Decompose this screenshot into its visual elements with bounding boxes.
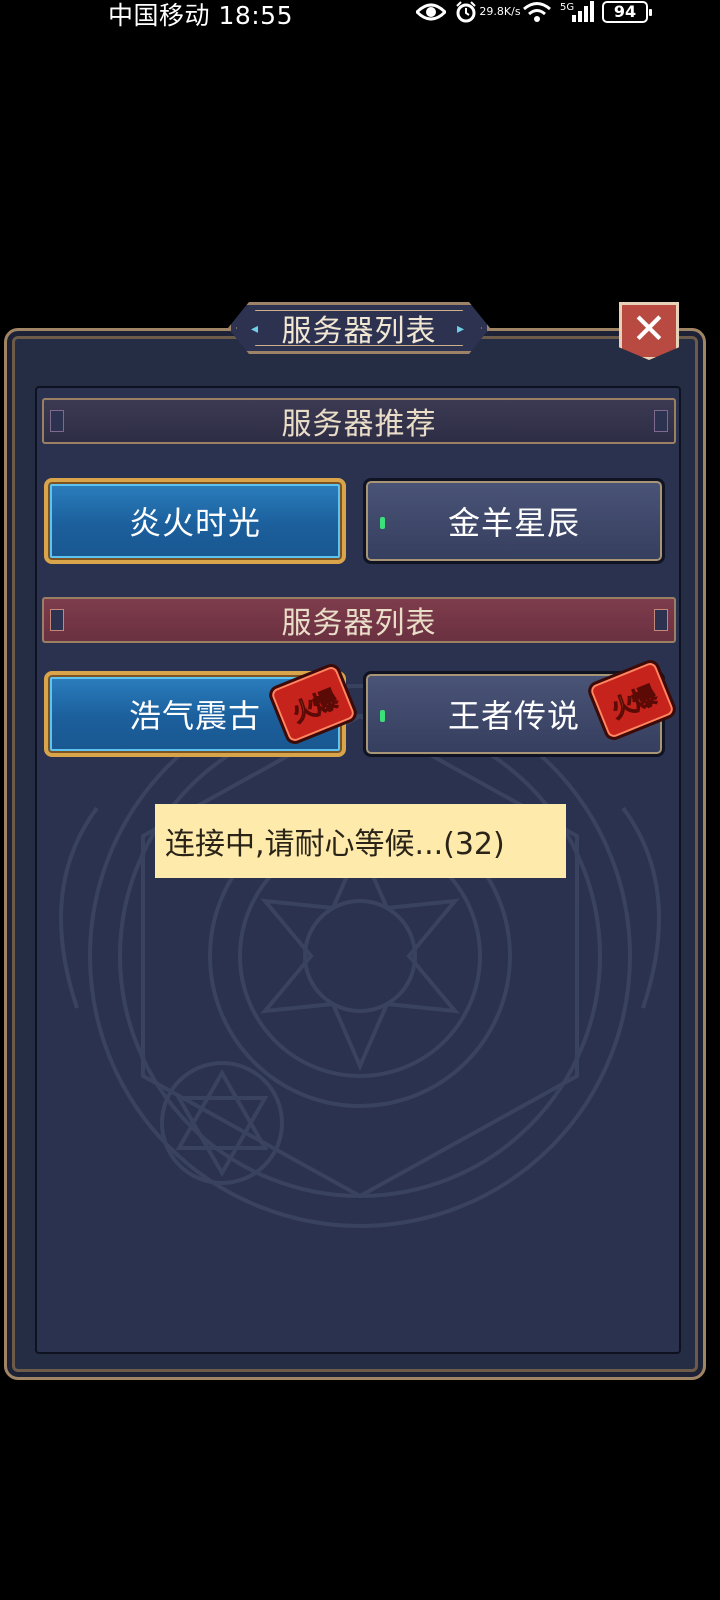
server-name: 王者传说 [447, 697, 580, 735]
server-name: 炎火时光 [128, 504, 261, 542]
signal-icon: 5G [560, 1, 594, 23]
tab-right-arrow-icon: ▸ [457, 321, 465, 337]
server-button-yanhuo[interactable]: 炎火时光 [44, 478, 346, 564]
close-icon: ✕ [631, 304, 667, 353]
alarm-icon [454, 0, 478, 24]
wifi-icon [522, 1, 552, 23]
carrier-time: 中国移动 18:55 [108, 1, 293, 30]
dialog-title-tab: ◂ 服务器列表 ▸ [228, 302, 490, 354]
recommended-header-label: 服务器推荐 [281, 407, 437, 442]
net-speed-unit: K/s [503, 5, 521, 18]
server-list-section-header: 服务器列表 [42, 597, 676, 643]
header-gem-icon [50, 609, 64, 631]
status-bar: 中国移动 18:55 29.8 K/s 5G 94 [0, 0, 720, 30]
eye-icon [416, 2, 446, 22]
status-dot-icon [380, 517, 385, 529]
signal-label: 5G [560, 2, 574, 13]
net-speed-value: 29.8 [479, 5, 504, 18]
dialog-title: 服务器列表 [281, 314, 437, 349]
recommended-section-header: 服务器推荐 [42, 398, 676, 444]
tab-left-arrow-icon: ◂ [251, 321, 259, 337]
header-gem-icon [654, 609, 668, 631]
hot-badge-label: 火爆 [288, 685, 340, 728]
net-speed: 29.8 K/s [479, 6, 520, 17]
connecting-toast: 连接中,请耐心等候...(32) [155, 804, 566, 878]
battery-level: 94 [613, 2, 637, 21]
header-gem-icon [654, 410, 668, 432]
server-name: 金羊星辰 [447, 504, 580, 542]
server-button-jinyang[interactable]: 金羊星辰 [363, 478, 665, 564]
header-gem-icon [50, 410, 64, 432]
hot-badge-label: 火爆 [607, 681, 659, 724]
toast-message: 连接中,请耐心等候...(32) [165, 827, 505, 862]
status-icons: 29.8 K/s 5G 94 [416, 0, 652, 24]
server-name: 浩气震古 [128, 697, 261, 735]
battery-icon: 94 [602, 1, 652, 23]
status-dot-icon [380, 710, 385, 722]
list-header-label: 服务器列表 [281, 606, 437, 641]
